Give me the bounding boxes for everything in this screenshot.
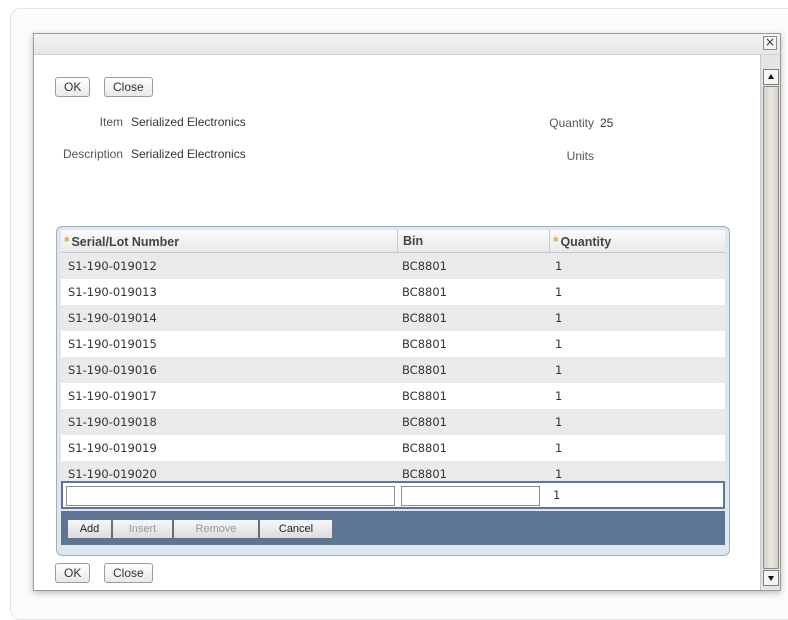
serial-entry-dialog: × OK Close Item Serialized Electronics D… — [33, 33, 781, 591]
required-asterisk-icon: * — [64, 233, 70, 249]
quantity-cell: 1 — [555, 311, 563, 325]
item-value: Serialized Electronics — [131, 115, 246, 129]
serial-lot-number-cell: S1-190-019016 — [68, 363, 157, 377]
column-header-label: Quantity — [560, 235, 612, 249]
table-row[interactable]: S1-190-019014 BC8801 1 — [61, 305, 725, 331]
quantity-cell: 1 — [555, 389, 563, 403]
scroll-down-arrow-icon[interactable] — [763, 570, 779, 586]
bin-cell: BC8801 — [402, 415, 447, 429]
grid-edit-row: 1 — [61, 481, 725, 509]
serial-lot-number-cell: S1-190-019014 — [68, 311, 157, 325]
column-header-quantity[interactable]: * Quantity — [549, 230, 723, 252]
ok-button-bottom[interactable]: OK — [55, 563, 91, 583]
table-row[interactable]: S1-190-019016 BC8801 1 — [61, 357, 725, 383]
serial-lot-number-cell: S1-190-019015 — [68, 337, 157, 351]
serial-lot-number-cell: S1-190-019017 — [68, 389, 157, 403]
table-row[interactable]: S1-190-019019 BC8801 1 — [61, 435, 725, 461]
bin-input[interactable] — [401, 486, 540, 506]
vertical-scrollbar[interactable] — [760, 55, 780, 590]
bin-cell: BC8801 — [402, 389, 447, 403]
bin-cell: BC8801 — [402, 337, 447, 351]
close-button-bottom[interactable]: Close — [104, 563, 153, 583]
grid-header: * Serial/Lot Number Bin * Quantity — [61, 230, 725, 253]
close-icon[interactable]: × — [763, 36, 777, 50]
edit-row-quantity[interactable]: 1 — [553, 483, 560, 507]
grid-toolbar: Add Insert Remove Cancel — [61, 511, 725, 545]
close-button-top[interactable]: Close — [104, 77, 153, 97]
bin-cell: BC8801 — [402, 285, 447, 299]
table-row[interactable]: S1-190-019012 BC8801 1 — [61, 253, 725, 279]
table-row[interactable]: S1-190-019018 BC8801 1 — [61, 409, 725, 435]
quantity-cell: 1 — [555, 363, 563, 377]
table-row[interactable]: S1-190-019015 BC8801 1 — [61, 331, 725, 357]
serial-lot-number-input[interactable] — [66, 486, 395, 506]
serial-lot-number-cell: S1-190-019013 — [68, 285, 157, 299]
quantity-cell: 1 — [555, 415, 563, 429]
serial-lot-number-cell: S1-190-019018 — [68, 415, 157, 429]
units-label: Units — [566, 149, 594, 163]
add-button[interactable]: Add — [67, 519, 112, 539]
bin-cell: BC8801 — [402, 311, 447, 325]
column-header-bin[interactable]: Bin — [397, 230, 551, 252]
bin-cell: BC8801 — [402, 441, 447, 455]
insert-button[interactable]: Insert — [112, 519, 173, 539]
scroll-up-arrow-icon[interactable] — [763, 69, 779, 85]
required-asterisk-icon: * — [553, 233, 559, 249]
cancel-button[interactable]: Cancel — [259, 519, 333, 539]
column-header-label: Bin — [403, 234, 424, 248]
ok-button-top[interactable]: OK — [55, 77, 91, 97]
serial-lot-number-cell: S1-190-019012 — [68, 259, 157, 273]
serial-lot-grid: * Serial/Lot Number Bin * Quantity S1-190-… — [56, 226, 730, 556]
quantity-value: 25 — [600, 116, 614, 130]
column-header-label: Serial/Lot Number — [71, 235, 180, 249]
scrollbar-thumb[interactable] — [763, 86, 779, 569]
dialog-content: OK Close Item Serialized Electronics Des… — [34, 55, 758, 590]
quantity-cell: 1 — [555, 259, 563, 273]
quantity-cell: 1 — [555, 441, 563, 455]
quantity-cell: 1 — [555, 285, 563, 299]
table-row[interactable]: S1-190-019017 BC8801 1 — [61, 383, 725, 409]
serial-lot-number-cell: S1-190-019019 — [68, 441, 157, 455]
quantity-label: Quantity — [549, 116, 594, 130]
table-row[interactable]: S1-190-019013 BC8801 1 — [61, 279, 725, 305]
bin-cell: BC8801 — [402, 259, 447, 273]
description-value: Serialized Electronics — [131, 147, 246, 161]
bin-cell: BC8801 — [402, 363, 447, 377]
column-header-serial-lot-number[interactable]: * Serial/Lot Number — [61, 230, 397, 252]
remove-button[interactable]: Remove — [173, 519, 259, 539]
item-label: Item — [99, 115, 123, 129]
dialog-titlebar: × — [34, 34, 780, 55]
description-label: Description — [62, 147, 123, 161]
quantity-cell: 1 — [555, 337, 563, 351]
